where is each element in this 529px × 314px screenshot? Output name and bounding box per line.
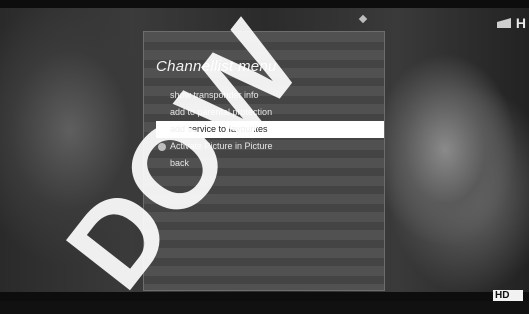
channel-logo-icon (497, 18, 511, 28)
top-letterbox (0, 0, 529, 8)
hd-badge: HD (493, 290, 523, 301)
channel-logo: H (495, 14, 529, 32)
channel-logo-letter: H (515, 15, 526, 31)
bottom-letterbox (0, 292, 529, 301)
